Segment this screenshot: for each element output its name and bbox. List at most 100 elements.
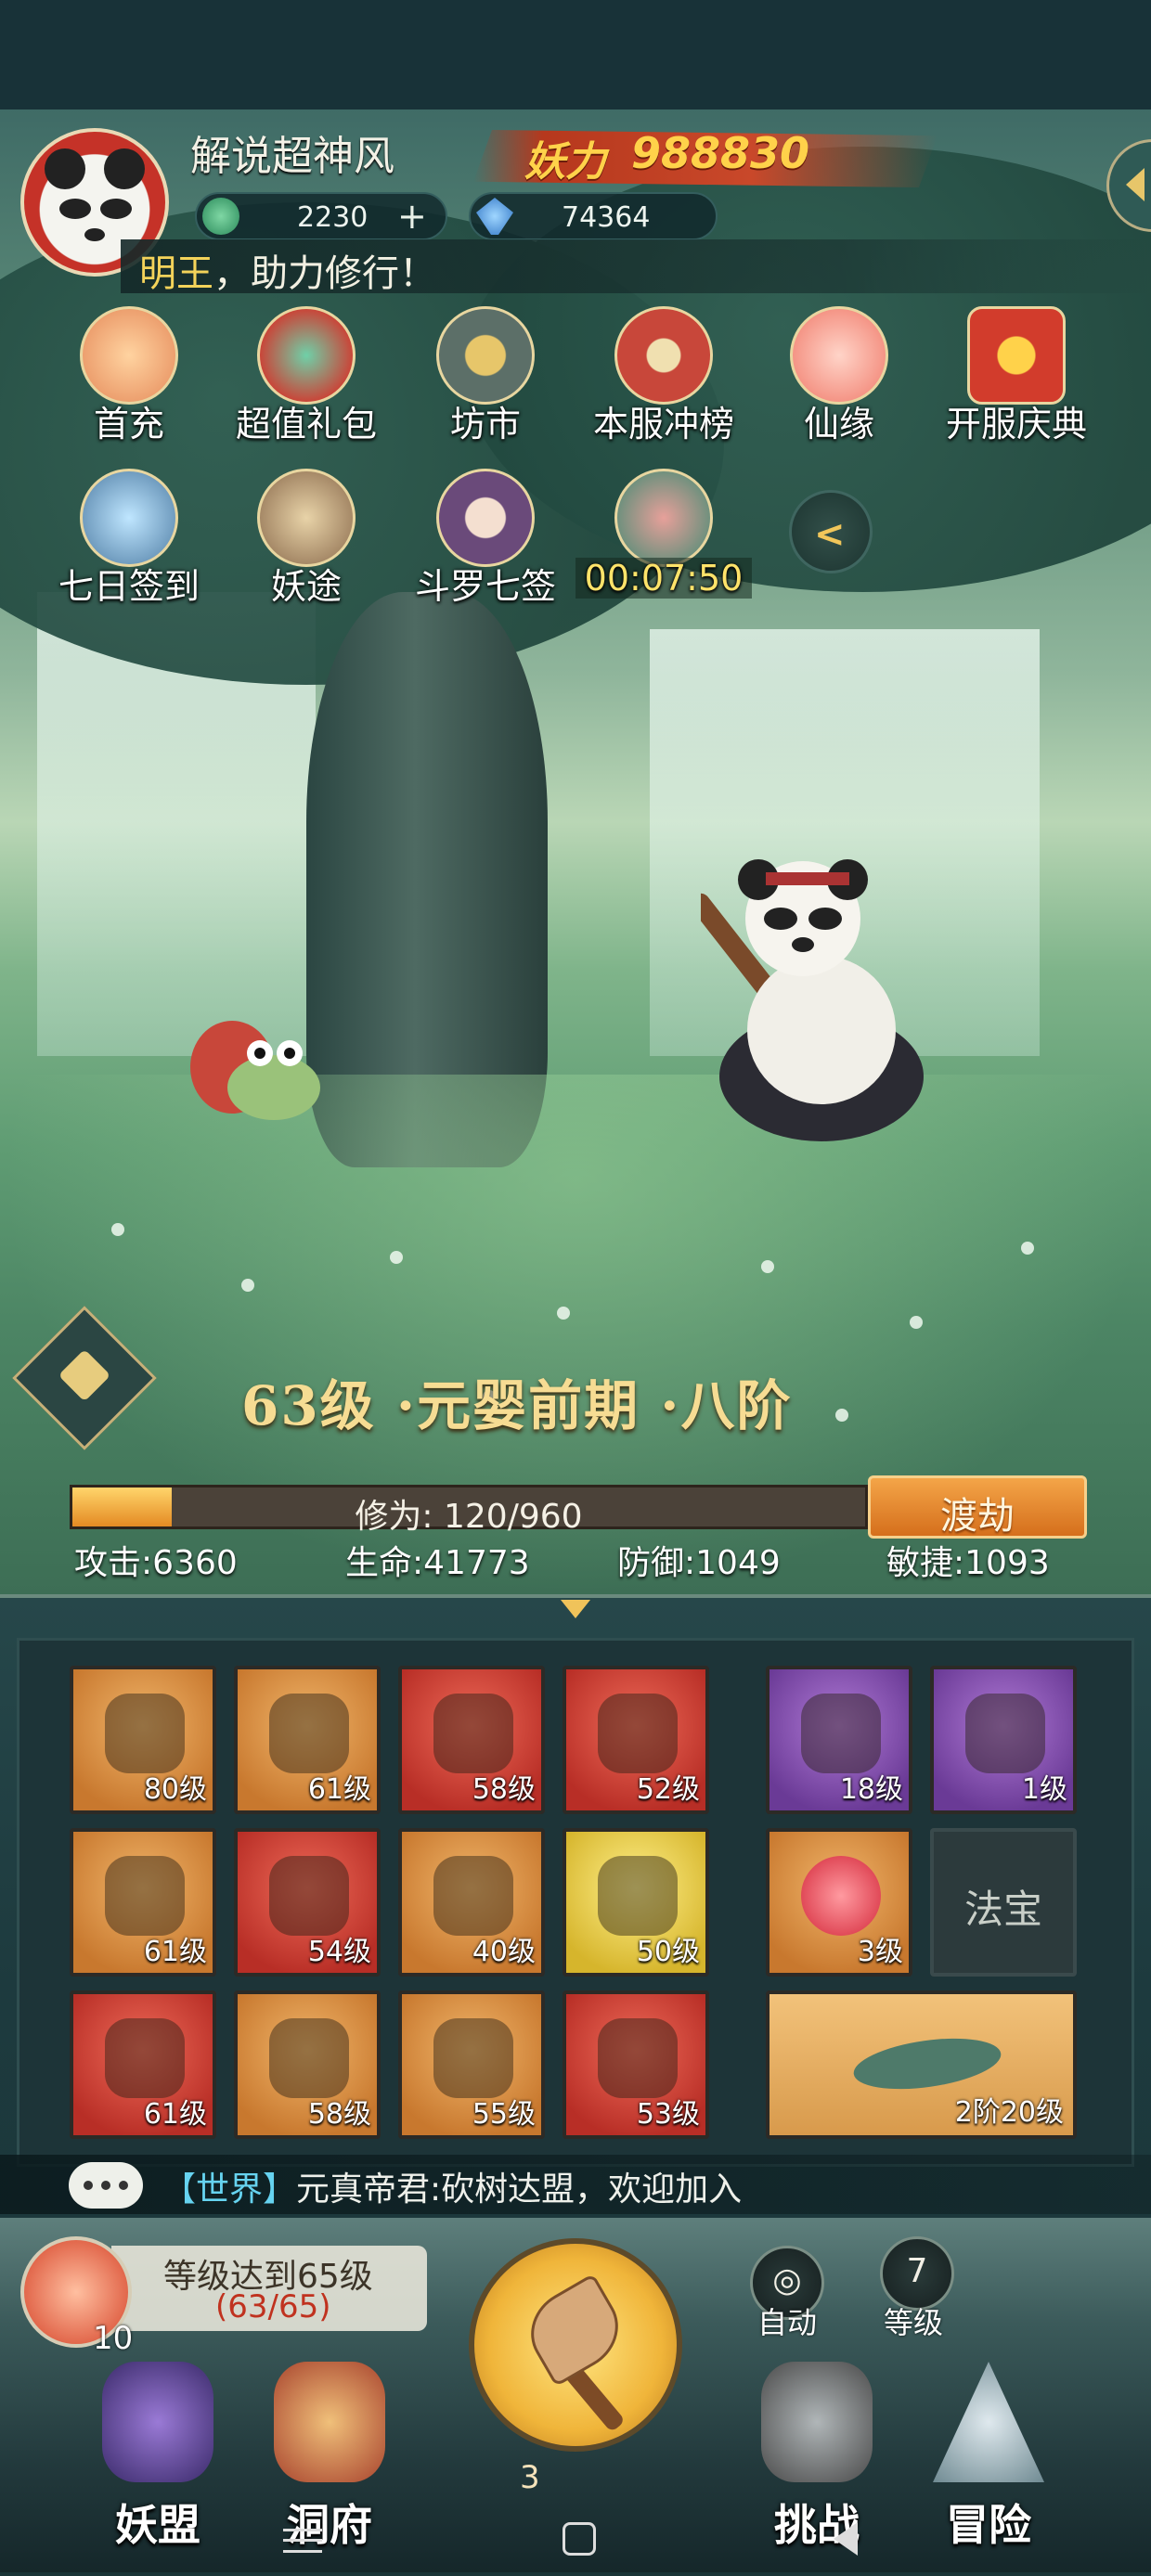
collapse-activities-button[interactable]: < bbox=[789, 490, 873, 573]
crystal-currency: 74364 bbox=[469, 192, 718, 240]
activity-value-pack[interactable]: 超值礼包 bbox=[236, 306, 377, 445]
equipment-slot-boots[interactable]: 54级 bbox=[234, 1828, 381, 1977]
equipment-level: 61级 bbox=[307, 1773, 371, 1806]
activity-label: 本服冲榜 bbox=[592, 404, 734, 444]
activity-label: 斗罗七签 bbox=[414, 566, 556, 607]
add-jade-button[interactable]: + bbox=[397, 196, 427, 237]
equipment-slot-robe[interactable]: 58级 bbox=[398, 1666, 545, 1814]
stat-agility: 敏捷:1093 bbox=[886, 1544, 1050, 1582]
chat-bubble-icon[interactable] bbox=[69, 2162, 143, 2209]
equipment-slot-bracer[interactable]: 52级 bbox=[563, 1666, 709, 1814]
chat-channel: 【世界】 bbox=[162, 2170, 297, 2209]
equipment-level: 61级 bbox=[143, 1936, 207, 1968]
activity-market[interactable]: 坊市 bbox=[416, 306, 555, 445]
tagline-highlight: 明王 bbox=[139, 252, 213, 295]
orb-icon bbox=[433, 1856, 513, 1936]
equipment-slot-mask[interactable]: 61级 bbox=[70, 1990, 216, 2139]
activity-immortal-fate[interactable]: 仙缘 bbox=[769, 306, 909, 445]
equipment-slot-belt[interactable]: 61级 bbox=[70, 1828, 216, 1977]
treasure-slot[interactable]: 法宝 bbox=[930, 1828, 1077, 1977]
companion-level: 1级 bbox=[1021, 1773, 1067, 1806]
cultivation-level: 63级 ·元婴前期 ·八阶 bbox=[241, 1374, 793, 1437]
stat-attack: 攻击:6360 bbox=[74, 1544, 238, 1582]
power-value: 988830 bbox=[631, 128, 810, 178]
mount-level: 2阶20级 bbox=[954, 2096, 1064, 2129]
grade-label: 等级 bbox=[884, 2305, 944, 2340]
headgear-icon bbox=[269, 1694, 349, 1773]
equipment-slot-gourd[interactable]: 55级 bbox=[398, 1990, 545, 2139]
equipment-slot-demon-mask[interactable]: 53级 bbox=[563, 1990, 709, 2139]
equipment-slot-ring[interactable]: 50级 bbox=[563, 1828, 709, 1977]
menu-icon[interactable] bbox=[283, 2529, 322, 2553]
mask-icon bbox=[105, 2018, 185, 2098]
frog-pet[interactable] bbox=[186, 1002, 325, 1123]
activity-label: 开服庆典 bbox=[945, 404, 1087, 444]
equipment-level: 55级 bbox=[472, 2098, 536, 2131]
activity-timed-event[interactable]: 00:07:50 bbox=[576, 469, 752, 608]
activity-douluo-signin[interactable]: 斗罗七签 bbox=[415, 469, 556, 608]
equipment-level: 50级 bbox=[636, 1936, 700, 1968]
companion-slot-sage[interactable]: 1级 bbox=[930, 1666, 1077, 1814]
chop-count: 3 bbox=[520, 2459, 540, 2496]
bracer-icon bbox=[598, 1694, 678, 1773]
panel-toggle-arrow[interactable] bbox=[553, 1596, 598, 1624]
equipment-slot-orb[interactable]: 40级 bbox=[398, 1828, 545, 1977]
quest-progress: (63/65) bbox=[215, 2288, 331, 2325]
activity-first-recharge[interactable]: 首充 bbox=[59, 306, 199, 445]
equipment-slot-head[interactable]: 61级 bbox=[234, 1666, 381, 1814]
equipment-level: 54级 bbox=[307, 1936, 371, 1968]
peach-count: 10 bbox=[93, 2320, 134, 2357]
chat-content: 元真帝君:砍树达盟，欢迎加入 bbox=[296, 2170, 743, 2209]
boots-icon bbox=[269, 1856, 349, 1936]
equipment-level: 61级 bbox=[143, 2098, 207, 2131]
compass-icon bbox=[80, 469, 178, 567]
activity-opening-celebration[interactable]: 开服庆典 bbox=[946, 306, 1087, 445]
activity-demon-path[interactable]: 妖途 bbox=[237, 469, 376, 608]
equipment-level: 58级 bbox=[307, 2098, 371, 2131]
crystal-amount: 74364 bbox=[562, 201, 651, 234]
mount-slot[interactable]: 2阶20级 bbox=[766, 1990, 1077, 2139]
flower-icon bbox=[80, 306, 178, 405]
equipment-level: 58级 bbox=[472, 1773, 536, 1806]
home-icon[interactable] bbox=[563, 2522, 596, 2556]
companion-slot-pearl[interactable]: 3级 bbox=[766, 1828, 912, 1977]
companion-level: 3级 bbox=[857, 1936, 903, 1968]
companion-level: 18级 bbox=[839, 1773, 903, 1806]
gourd-icon bbox=[433, 2018, 513, 2098]
activity-seven-day-signin[interactable]: 七日签到 bbox=[58, 469, 200, 608]
demon-mask-icon bbox=[598, 2018, 678, 2098]
tagline[interactable]: 明王，助力修行！ bbox=[139, 243, 436, 297]
back-icon[interactable] bbox=[834, 2522, 858, 2556]
mountain-icon bbox=[933, 2362, 1044, 2482]
belt-icon bbox=[105, 1856, 185, 1936]
deer-icon bbox=[801, 1694, 881, 1773]
panda-character[interactable] bbox=[690, 854, 942, 1160]
jade-currency: 2230 + bbox=[195, 192, 447, 240]
activity-label: 七日签到 bbox=[58, 566, 200, 607]
jade-amount: 2230 bbox=[297, 201, 369, 234]
gourd-challenge-icon bbox=[761, 2362, 873, 2482]
alliance-icon bbox=[102, 2362, 213, 2482]
equipment-slot-weapon[interactable]: 80级 bbox=[70, 1666, 216, 1814]
character-icon bbox=[436, 469, 535, 567]
quest-tracker[interactable]: 等级达到65级 (63/65) bbox=[111, 2246, 427, 2331]
activity-label: 妖途 bbox=[270, 566, 342, 607]
event-countdown: 00:07:50 bbox=[576, 558, 752, 599]
activity-server-ranking[interactable]: 本服冲榜 bbox=[593, 306, 734, 445]
chat-message[interactable]: 【世界】元真帝君:砍树达盟，欢迎加入 bbox=[162, 2162, 742, 2210]
chop-tree-button[interactable] bbox=[469, 2238, 682, 2452]
treasure-label: 法宝 bbox=[963, 1887, 1042, 1932]
ring-icon bbox=[598, 1856, 678, 1936]
equipment-level: 52级 bbox=[636, 1773, 700, 1806]
equipment-level: 80级 bbox=[143, 1773, 207, 1806]
cultivation-progress-text: 修为: 120/960 bbox=[355, 1498, 583, 1536]
breakthrough-button[interactable]: 渡劫 bbox=[868, 1475, 1087, 1539]
coin-icon bbox=[436, 306, 535, 405]
arrow-left-icon bbox=[1126, 168, 1145, 201]
equipment-slot-beast[interactable]: 58级 bbox=[234, 1990, 381, 2139]
activity-label: 坊市 bbox=[449, 404, 521, 444]
companion-slot-deer[interactable]: 18级 bbox=[766, 1666, 912, 1814]
gift-icon bbox=[967, 306, 1066, 405]
sword-icon bbox=[105, 1694, 185, 1773]
swirl-icon: ◎ bbox=[772, 2261, 802, 2299]
